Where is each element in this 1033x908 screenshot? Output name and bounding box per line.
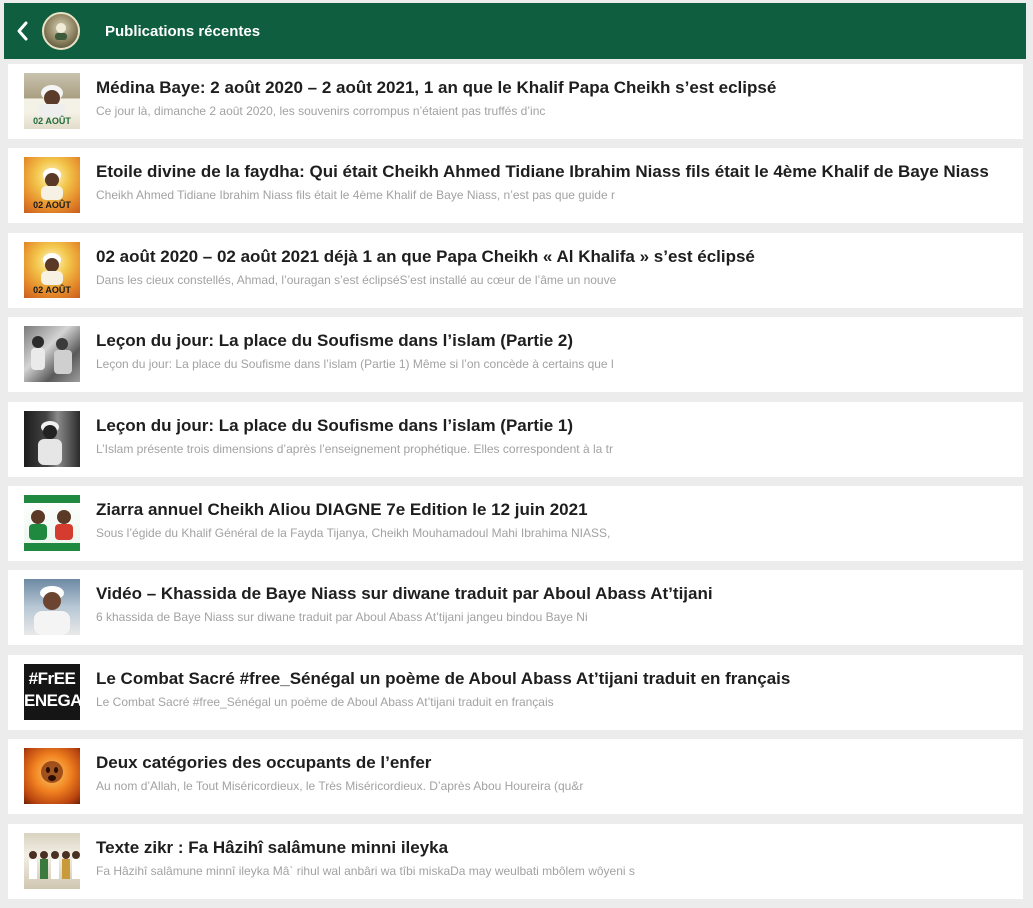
post-title[interactable]: Texte zikr : Fa Hâzihî salâmune minni il…	[96, 837, 1006, 859]
logo-emblem-icon	[55, 23, 67, 40]
post-item[interactable]: 02 AOÛT Médina Baye: 2 août 2020 – 2 aoû…	[8, 64, 1023, 139]
recent-posts-list: 02 AOÛT Médina Baye: 2 août 2020 – 2 aoû…	[8, 64, 1023, 908]
post-item[interactable]: Texte zikr : Fa Hâzihî salâmune minni il…	[8, 823, 1023, 899]
post-excerpt: Cheikh Ahmed Tidiane Ibrahim Niass fils …	[96, 188, 615, 203]
post-item[interactable]: Deux catégories des occupants de l’enfer…	[8, 739, 1023, 815]
post-excerpt: Le Combat Sacré #free_Sénégal un poème d…	[96, 694, 554, 709]
post-title[interactable]: Ziarra annuel Cheikh Aliou DIAGNE 7e Edi…	[96, 499, 1006, 521]
post-title[interactable]: Leçon du jour: La place du Soufisme dans…	[96, 415, 1006, 437]
post-title[interactable]: Le Combat Sacré #free_Sénégal un poème d…	[96, 668, 1006, 690]
post-excerpt: 6 khassida de Baye Niass sur diwane trad…	[96, 610, 588, 625]
post-excerpt: Dans les cieux constellés, Ahmad, l’oura…	[96, 272, 617, 287]
thumbnail-caption: 02 AOÛT	[33, 284, 71, 295]
post-thumbnail[interactable]: #FrEE ENEGA	[24, 663, 80, 720]
page-title: Publications récentes	[105, 22, 261, 40]
post-title[interactable]: Leçon du jour: La place du Soufisme dans…	[96, 330, 1006, 352]
post-thumbnail[interactable]: 02 AOÛT	[24, 73, 80, 129]
post-item[interactable]: Vidéo – Khassida de Baye Niass sur diwan…	[8, 570, 1023, 646]
back-button[interactable]	[4, 3, 40, 59]
post-thumbnail[interactable]	[24, 579, 80, 636]
post-thumbnail[interactable]	[24, 494, 80, 551]
post-title[interactable]: Etoile divine de la faydha: Qui était Ch…	[96, 161, 1006, 183]
post-thumbnail[interactable]: 02 AOÛT	[24, 157, 80, 214]
post-item[interactable]: Ziarra annuel Cheikh Aliou DIAGNE 7e Edi…	[8, 485, 1023, 561]
post-thumbnail[interactable]	[24, 748, 80, 805]
post-item[interactable]: Leçon du jour: La place du Soufisme dans…	[8, 317, 1023, 393]
post-thumbnail[interactable]	[24, 410, 80, 467]
post-thumbnail[interactable]	[24, 832, 80, 889]
post-excerpt: Sous l’égide du Khalif Général de la Fay…	[96, 525, 611, 540]
thumbnail-caption: 02 AOÛT	[33, 200, 71, 211]
post-excerpt: Fa Hâzihî salâmune minnî ileyka Mâ` rihu…	[96, 863, 635, 878]
thumbnail-caption: #FrEE ENEGA	[24, 668, 80, 710]
thumbnail-caption: 02 AOÛT	[33, 116, 71, 126]
post-title[interactable]: 02 août 2020 – 02 août 2021 déjà 1 an qu…	[96, 246, 1006, 268]
site-logo[interactable]	[42, 12, 80, 50]
post-excerpt: L’Islam présente trois dimensions d’aprè…	[96, 441, 613, 456]
post-excerpt: Ce jour là, dimanche 2 août 2020, les so…	[96, 104, 546, 118]
post-item[interactable]: Leçon du jour: La place du Soufisme dans…	[8, 401, 1023, 477]
post-item[interactable]: 02 AOÛT 02 août 2020 – 02 août 2021 déjà…	[8, 232, 1023, 308]
post-title[interactable]: Vidéo – Khassida de Baye Niass sur diwan…	[96, 583, 1006, 605]
app-header: Publications récentes	[4, 3, 1026, 59]
chevron-left-icon	[17, 21, 28, 41]
post-item[interactable]: 02 AOÛT Etoile divine de la faydha: Qui …	[8, 148, 1023, 224]
post-title[interactable]: Deux catégories des occupants de l’enfer	[96, 752, 1006, 774]
post-thumbnail[interactable]: 02 AOÛT	[24, 241, 80, 298]
post-excerpt: Au nom d’Allah, le Tout Miséricordieux, …	[96, 779, 584, 794]
post-item[interactable]: #FrEE ENEGA Le Combat Sacré #free_Sénéga…	[8, 654, 1023, 730]
post-excerpt: Leçon du jour: La place du Soufisme dans…	[96, 357, 614, 372]
post-thumbnail[interactable]	[24, 326, 80, 383]
post-title[interactable]: Médina Baye: 2 août 2020 – 2 août 2021, …	[96, 77, 1006, 99]
